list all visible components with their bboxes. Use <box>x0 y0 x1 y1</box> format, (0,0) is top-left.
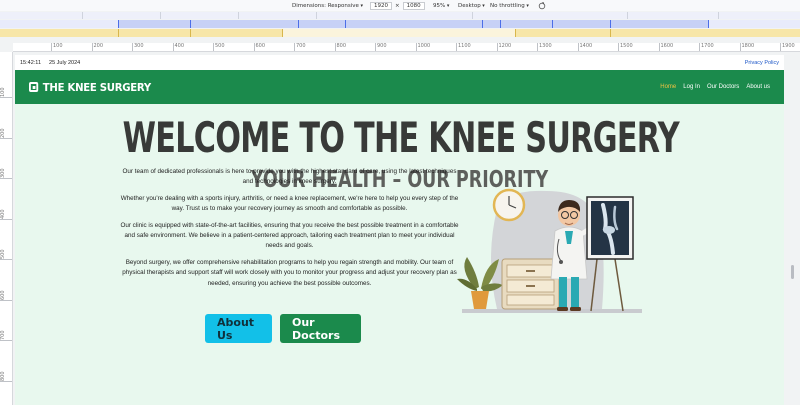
media-query-bar-range[interactable] <box>0 20 800 28</box>
doctor-xray-illustration <box>457 188 642 313</box>
ruler-tick: 1700 <box>699 43 714 51</box>
ruler-tick: 800 <box>0 365 12 382</box>
ruler-tick: 900 <box>375 43 387 51</box>
ruler-tick: 1000 <box>415 43 430 51</box>
paragraph: Our clinic is equipped with state-of-the… <box>120 221 459 250</box>
height-input[interactable]: 1080 <box>402 1 425 10</box>
device-dropdown[interactable]: Desktop <box>458 3 485 9</box>
wall-clock-icon <box>492 188 526 222</box>
ruler-tick: 400 <box>0 203 12 220</box>
paragraph: Our team of dedicated professionals is h… <box>122 168 457 186</box>
zoom-dropdown[interactable]: 95% <box>433 3 449 9</box>
ruler-tick: 1900 <box>780 43 795 51</box>
ruler-top: 100 200 300 400 500 600 700 800 900 1000 1100 1200 1… <box>13 43 800 52</box>
ruler-tick: 1100 <box>456 43 471 51</box>
ruler-tick: 100 <box>51 43 63 51</box>
ruler-tick: 700 <box>0 325 12 341</box>
top-info-strip: 15:42:11 25 July 2024 Privacy Policy <box>15 55 784 70</box>
ruler-tick: 200 <box>91 43 103 51</box>
throttling-dropdown[interactable]: No throttling <box>490 3 529 9</box>
media-query-bar-min[interactable] <box>0 12 800 19</box>
ruler-tick: 500 <box>213 43 225 51</box>
current-date: 25 July 2024 <box>49 59 81 66</box>
ruler-tick: 1500 <box>618 43 633 51</box>
ruler-tick: 500 <box>0 244 12 260</box>
devtools-toolbar: Dimensions: Responsive 1920 × 1080 95% D… <box>0 0 800 11</box>
ruler-tick: 200 <box>0 122 12 139</box>
ruler-tick: 1400 <box>577 43 592 51</box>
nav-login[interactable]: Log In <box>683 84 700 90</box>
width-input[interactable]: 1920 <box>370 1 392 10</box>
times-sign: × <box>395 2 400 9</box>
about-us-button[interactable]: About Us <box>205 314 272 343</box>
ruler-tick: 100 <box>0 82 12 98</box>
ruler-tick: 600 <box>253 43 265 51</box>
ruler-tick: 300 <box>132 43 144 51</box>
ruler-tick: 800 <box>334 43 346 51</box>
privacy-policy-link[interactable]: Privacy Policy <box>745 60 779 66</box>
ruler-tick: 400 <box>172 43 184 51</box>
clock-time: 15:42:11 <box>20 59 42 66</box>
ruler-left: 100 200 300 400 500 600 700 800 <box>0 52 13 405</box>
our-doctors-button[interactable]: Our Doctors <box>280 314 361 343</box>
rotate-icon[interactable] <box>538 1 546 10</box>
intro-text: Our team of dedicated professionals is h… <box>118 167 461 295</box>
nav-our-doctors[interactable]: Our Doctors <box>707 84 739 90</box>
ruler-tick: 600 <box>0 284 12 301</box>
nav-home[interactable]: Home <box>660 84 676 90</box>
dimensions-dropdown[interactable]: Dimensions: Responsive <box>292 3 363 9</box>
ruler-tick: 1600 <box>658 43 673 51</box>
media-query-bar-max[interactable] <box>0 29 800 37</box>
ruler-tick: 300 <box>0 163 12 179</box>
main-navbar: THE KNEE SURGERY Home Log In Our Doctors… <box>15 70 784 104</box>
brand-name: THE KNEE SURGERY <box>42 80 151 94</box>
ruler-tick: 1800 <box>739 43 754 51</box>
paragraph: Beyond surgery, we offer comprehensive r… <box>122 258 457 287</box>
hero-title: WELCOME TO THE KNEE SURGERY <box>122 113 680 162</box>
ruler-tick: 1300 <box>537 43 552 51</box>
cta-buttons: About Us Our Doctors <box>205 314 361 343</box>
cabinet-icon <box>501 258 560 310</box>
nav-links: Home Log In Our Doctors About us <box>660 84 770 90</box>
brand-logo-link[interactable]: THE KNEE SURGERY <box>29 81 151 94</box>
paragraph: Whether you're dealing with a sports inj… <box>120 194 459 213</box>
brand-logo-icon <box>29 82 39 92</box>
ruler-tick: 1200 <box>496 43 511 51</box>
page-scrollbar[interactable] <box>791 265 794 279</box>
nav-about-us[interactable]: About us <box>746 84 770 90</box>
ruler-tick: 700 <box>294 43 306 51</box>
floor-line <box>462 309 642 313</box>
